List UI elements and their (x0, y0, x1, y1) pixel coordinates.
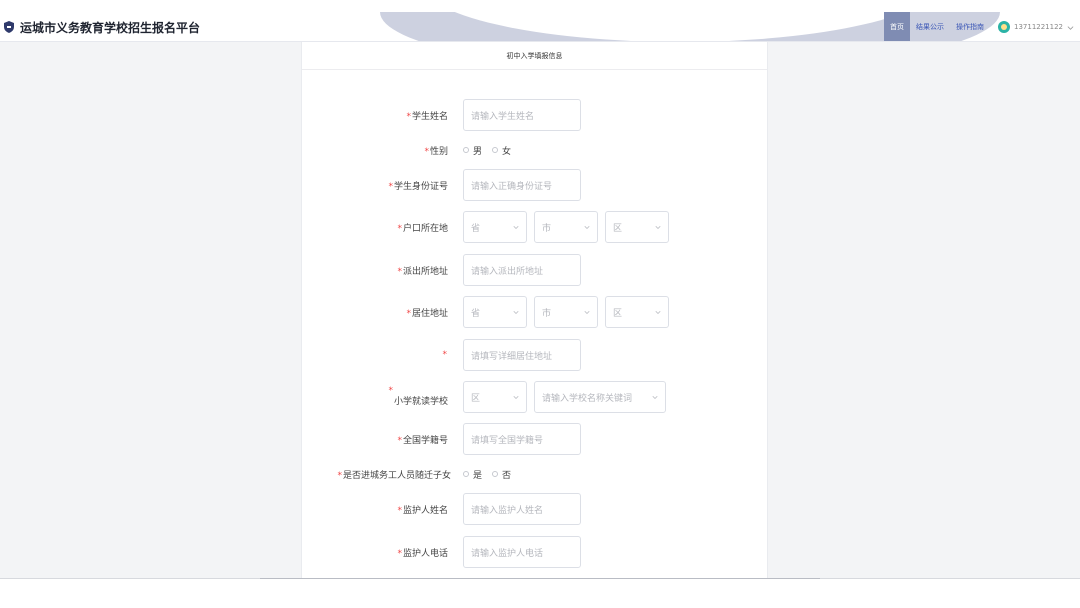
shield-logo-icon (4, 21, 14, 33)
student-id-input[interactable]: 请输入正确身份证号 (463, 169, 581, 201)
migrant-yes-radio[interactable]: 是 (463, 468, 482, 481)
label-student-name: *学生姓名 (406, 111, 448, 122)
row-migrant: *是否进城务工人员随迁子女 是 否 (302, 458, 769, 490)
row-student-id: *学生身份证号 请输入正确身份证号 (302, 169, 769, 201)
chevron-down-icon (652, 395, 658, 400)
chevron-down-icon (513, 395, 519, 400)
row-guardian-phone: *监护人电话 请输入监护人电话 (302, 536, 769, 568)
page-bottom (0, 579, 1080, 608)
migrant-no-radio[interactable]: 否 (492, 468, 511, 481)
chevron-down-icon (655, 310, 661, 315)
site-title: 运城市义务教育学校招生报名平台 (20, 20, 201, 35)
hukou-province-select[interactable]: 省 (463, 211, 527, 243)
nav-home[interactable]: 首页 (884, 12, 910, 41)
guardian-name-input[interactable]: 请输入监护人姓名 (463, 493, 581, 525)
school-district-select[interactable]: 区 (463, 381, 527, 413)
hukou-city-select[interactable]: 市 (534, 211, 598, 243)
hukou-district-select[interactable]: 区 (605, 211, 669, 243)
label-student-id: *学生身份证号 (388, 181, 448, 192)
label-gender: *性别 (424, 146, 448, 157)
school-name-select[interactable]: 请输入学校名称关键词 (534, 381, 666, 413)
label-residence: *居住地址 (406, 308, 448, 319)
label-guardian-phone: *监护人电话 (397, 548, 448, 559)
radio-icon (463, 147, 469, 153)
chevron-down-icon (584, 310, 590, 315)
user-phone: 13711221122 (1014, 23, 1063, 31)
residence-detail-input[interactable]: 请填写详细居住地址 (463, 339, 581, 371)
top-nav: 首页 结果公示 操作指南 13711221122 (884, 12, 1080, 41)
chevron-down-icon (513, 310, 519, 315)
residence-district-select[interactable]: 区 (605, 296, 669, 328)
row-residence: *居住地址 省 市 区 (302, 296, 769, 328)
police-address-input[interactable]: 请输入派出所地址 (463, 254, 581, 286)
radio-icon (463, 471, 469, 477)
row-hukou: *户口所在地 省 市 区 (302, 211, 769, 243)
top-strip (0, 0, 1080, 12)
form-panel: 初中入学填报信息 *学生姓名 请输入学生姓名 *性别 男 女 *学生身份证号 请… (301, 42, 768, 578)
label-residence-detail: * (442, 350, 448, 360)
chevron-down-icon (513, 225, 519, 230)
chevron-down-icon (584, 225, 590, 230)
row-residence-detail: * 请填写详细居住地址 (302, 339, 769, 371)
residence-city-select[interactable]: 市 (534, 296, 598, 328)
student-number-input[interactable]: 请填写全国学籍号 (463, 423, 581, 455)
avatar-icon (998, 21, 1010, 33)
chevron-down-icon (655, 225, 661, 230)
row-police-address: *派出所地址 请输入派出所地址 (302, 254, 769, 286)
gender-female-radio[interactable]: 女 (492, 144, 511, 157)
gender-male-radio[interactable]: 男 (463, 144, 482, 157)
row-student-name: *学生姓名 请输入学生姓名 (302, 99, 769, 131)
chevron-down-icon (1067, 25, 1074, 30)
row-gender: *性别 男 女 (302, 134, 769, 166)
user-menu[interactable]: 13711221122 (990, 12, 1080, 41)
label-migrant: *是否进城务工人员随迁子女 (337, 470, 451, 481)
student-name-input[interactable]: 请输入学生姓名 (463, 99, 581, 131)
radio-icon (492, 147, 499, 153)
top-header: 运城市义务教育学校招生报名平台 首页 结果公示 操作指南 13711221122 (0, 12, 1080, 42)
nav-results[interactable]: 结果公示 (910, 12, 950, 41)
label-primary-school: * 小学就读学校 (388, 386, 449, 407)
radio-icon (492, 471, 499, 477)
label-police-address: *派出所地址 (397, 266, 448, 277)
label-guardian-name: *监护人姓名 (397, 505, 448, 516)
row-primary-school: * 小学就读学校 区 请输入学校名称关键词 (302, 381, 769, 413)
row-student-number: *全国学籍号 请填写全国学籍号 (302, 423, 769, 455)
residence-province-select[interactable]: 省 (463, 296, 527, 328)
nav-guide[interactable]: 操作指南 (950, 12, 990, 41)
panel-title: 初中入学填报信息 (302, 42, 767, 70)
bottom-divider-accent (260, 578, 820, 579)
label-hukou: *户口所在地 (397, 223, 448, 234)
guardian-phone-input[interactable]: 请输入监护人电话 (463, 536, 581, 568)
row-guardian-name: *监护人姓名 请输入监护人姓名 (302, 493, 769, 525)
label-student-number: *全国学籍号 (397, 435, 448, 446)
brand[interactable]: 运城市义务教育学校招生报名平台 (4, 12, 201, 41)
